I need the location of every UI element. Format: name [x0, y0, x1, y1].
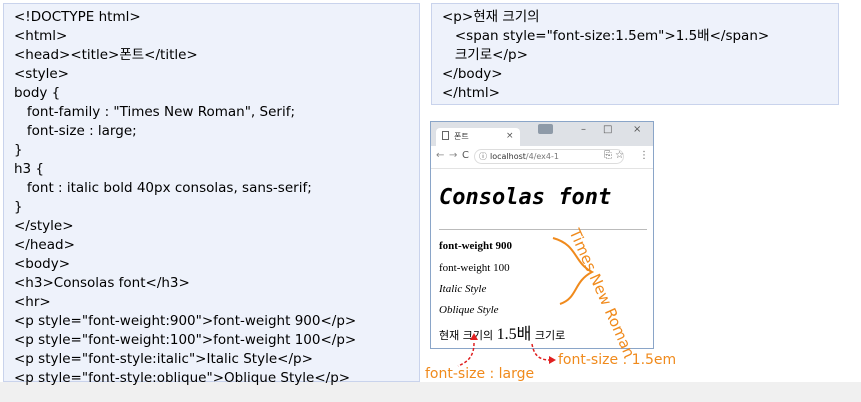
large-arrow-line [457, 342, 475, 367]
annotation-arrows [457, 237, 595, 367]
em-arrow-head [549, 356, 556, 364]
large-arrow-head [470, 333, 478, 340]
font-size-large-annotation: font-size : large [425, 366, 535, 382]
em-arrow-line [531, 343, 551, 361]
font-size-15em-annotation: font-size : 1.5em [558, 352, 677, 368]
